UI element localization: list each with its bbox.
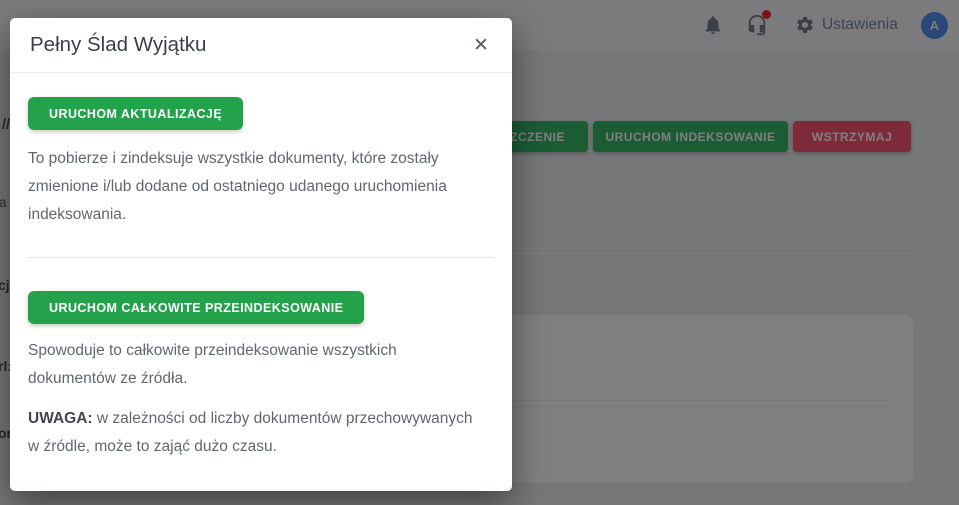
run-full-reindex-button[interactable]: URUCHOM CAŁKOWITE PRZEINDEKSOWANIE (28, 291, 364, 324)
close-button[interactable]: ✕ (466, 30, 496, 60)
close-icon: ✕ (473, 34, 489, 57)
dialog-divider (28, 257, 494, 258)
warning-label: UWAGA: (28, 410, 93, 427)
dialog-header: Pełny Ślad Wyjątku ✕ (10, 18, 512, 73)
warning-text: w zależności od liczby dokumentów przech… (28, 410, 473, 455)
app-screen: Ustawienia A // a z cja rl: on SZCZENIE … (0, 0, 959, 505)
dialog-title: Pełny Ślad Wyjątku (30, 33, 466, 57)
reindex-description: Spowoduje to całkowite przeindeksowanie … (28, 337, 485, 393)
exception-trace-dialog: Pełny Ślad Wyjątku ✕ URUCHOM AKTUALIZACJ… (10, 18, 512, 491)
update-description: To pobierze i zindeksuje wszystkie dokum… (28, 145, 485, 229)
dialog-body: URUCHOM AKTUALIZACJĘ To pobierze i zinde… (10, 73, 512, 461)
reindex-warning: UWAGA: w zależności od liczby dokumentów… (28, 405, 485, 461)
run-update-button[interactable]: URUCHOM AKTUALIZACJĘ (28, 97, 243, 130)
